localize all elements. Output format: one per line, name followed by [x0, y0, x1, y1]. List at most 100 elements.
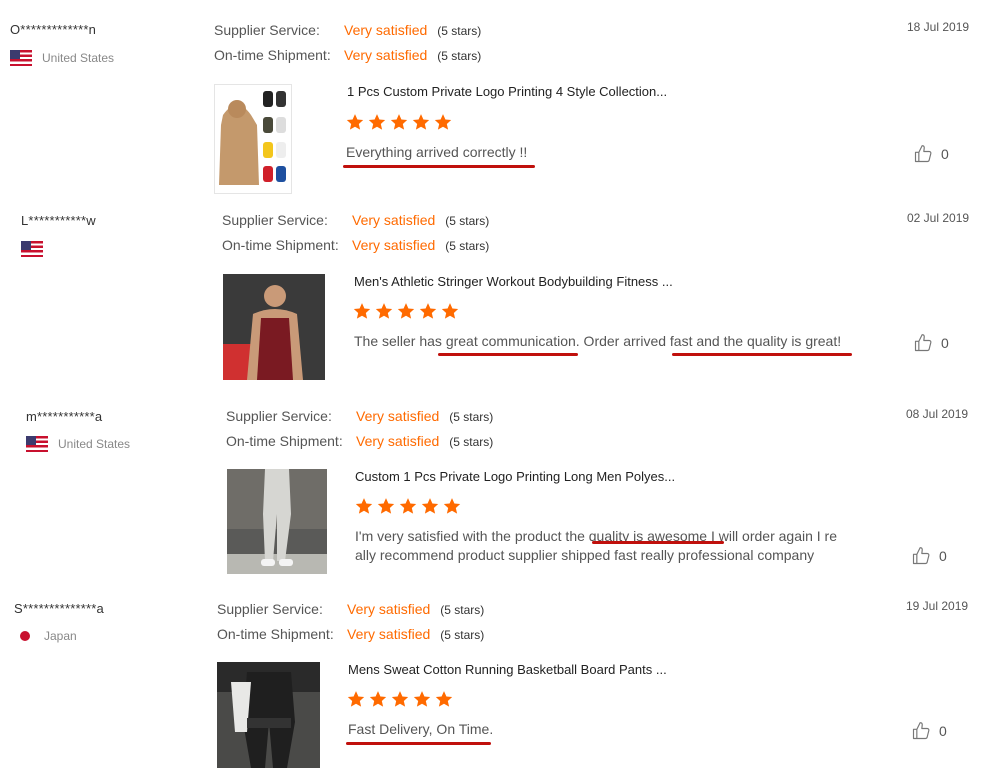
- like-count: 0: [939, 723, 947, 739]
- buyer-name: S**************a: [14, 601, 104, 616]
- highlight-underline: [343, 165, 535, 168]
- rating-label: Supplier Service:: [214, 22, 320, 38]
- product-rating-stars: [353, 302, 459, 320]
- product-rating-stars: [346, 113, 452, 131]
- star-icon: [368, 113, 386, 131]
- shipment-rating: On-time Shipment: Very satisfied (5 star…: [217, 626, 484, 642]
- product-thumbnail[interactable]: [217, 662, 320, 768]
- product-title-link[interactable]: Custom 1 Pcs Private Logo Printing Long …: [355, 469, 675, 484]
- country-label: Japan: [44, 629, 77, 643]
- rating-value: Very satisfied: [356, 433, 440, 449]
- rating-value: Very satisfied: [352, 212, 436, 228]
- highlight-underline: [672, 353, 852, 356]
- star-icon: [347, 690, 365, 708]
- buyer-name: O*************n: [10, 22, 97, 37]
- japan-flag-icon: [20, 631, 30, 641]
- rating-value: Very satisfied: [344, 22, 428, 38]
- review-date: 19 Jul 2019: [906, 599, 969, 613]
- review-date: 08 Jul 2019: [906, 407, 969, 421]
- star-icon: [369, 690, 387, 708]
- star-icon: [377, 497, 395, 515]
- star-icon: [353, 302, 371, 320]
- like-button[interactable]: 0: [913, 144, 949, 164]
- like-button[interactable]: 0: [913, 333, 949, 353]
- like-button[interactable]: 0: [911, 546, 947, 566]
- us-flag-icon: [26, 436, 48, 452]
- buyer-country: United States: [10, 50, 114, 66]
- rating-label: Supplier Service:: [217, 601, 323, 617]
- rating-value: Very satisfied: [347, 601, 431, 617]
- rating-stars-text: (5 stars): [449, 435, 494, 449]
- us-flag-icon: [10, 50, 32, 66]
- review-comment: The seller has great communication. Orde…: [354, 333, 842, 349]
- like-count: 0: [939, 548, 947, 564]
- star-icon: [419, 302, 437, 320]
- like-count: 0: [941, 146, 949, 162]
- thumbs-up-icon: [911, 721, 931, 741]
- thumbs-up-icon: [913, 333, 933, 353]
- star-icon: [391, 690, 409, 708]
- star-icon: [443, 497, 461, 515]
- review-comment: Everything arrived correctly !!: [346, 144, 528, 160]
- star-icon: [375, 302, 393, 320]
- country-label: United States: [58, 437, 131, 451]
- rating-stars-text: (5 stars): [440, 628, 485, 642]
- star-icon: [399, 497, 417, 515]
- rating-value: Very satisfied: [356, 408, 440, 424]
- review-comment: Fast Delivery, On Time.: [348, 721, 494, 737]
- rating-stars-text: (5 stars): [437, 49, 482, 63]
- rating-stars-text: (5 stars): [437, 24, 482, 38]
- star-icon: [435, 690, 453, 708]
- star-icon: [390, 113, 408, 131]
- star-icon: [421, 497, 439, 515]
- shipment-rating: On-time Shipment: Very satisfied (5 star…: [226, 433, 493, 449]
- star-icon: [441, 302, 459, 320]
- buyer-country: [21, 241, 43, 257]
- highlight-underline: [346, 742, 491, 745]
- shipment-rating: On-time Shipment: Very satisfied (5 star…: [214, 47, 481, 63]
- rating-value: Very satisfied: [352, 237, 436, 253]
- product-rating-stars: [355, 497, 461, 515]
- rating-stars-text: (5 stars): [449, 410, 494, 424]
- buyer-country: Japan: [10, 629, 77, 643]
- like-button[interactable]: 0: [911, 721, 947, 741]
- product-thumbnail[interactable]: [223, 274, 325, 380]
- rating-stars-text: (5 stars): [445, 214, 490, 228]
- review-date: 18 Jul 2019: [907, 20, 970, 34]
- rating-label: On-time Shipment:: [222, 237, 339, 253]
- rating-label: On-time Shipment:: [214, 47, 331, 63]
- rating-value: Very satisfied: [344, 47, 428, 63]
- rating-label: On-time Shipment:: [217, 626, 334, 642]
- star-icon: [346, 113, 364, 131]
- rating-value: Very satisfied: [347, 626, 431, 642]
- product-title-link[interactable]: Mens Sweat Cotton Running Basketball Boa…: [348, 662, 667, 677]
- shipment-rating: On-time Shipment: Very satisfied (5 star…: [222, 237, 489, 253]
- rating-stars-text: (5 stars): [445, 239, 490, 253]
- review-date: 02 Jul 2019: [907, 211, 970, 225]
- supplier-service-rating: Supplier Service: Very satisfied (5 star…: [226, 408, 493, 424]
- buyer-name: L***********w: [21, 213, 96, 228]
- product-thumbnail[interactable]: [214, 84, 292, 194]
- star-icon: [355, 497, 373, 515]
- review-comment-line-2: ally recommend product supplier shipped …: [355, 547, 815, 563]
- product-thumbnail[interactable]: [227, 469, 327, 574]
- rating-label: On-time Shipment:: [226, 433, 343, 449]
- thumbs-up-icon: [911, 546, 931, 566]
- rating-stars-text: (5 stars): [440, 603, 485, 617]
- supplier-service-rating: Supplier Service: Very satisfied (5 star…: [222, 212, 489, 228]
- supplier-service-rating: Supplier Service: Very satisfied (5 star…: [214, 22, 481, 38]
- like-count: 0: [941, 335, 949, 351]
- us-flag-icon: [21, 241, 43, 257]
- product-rating-stars: [347, 690, 453, 708]
- thumbs-up-icon: [913, 144, 933, 164]
- star-icon: [434, 113, 452, 131]
- country-label: United States: [42, 51, 115, 65]
- buyer-country: United States: [26, 436, 130, 452]
- highlight-underline: [438, 353, 578, 356]
- product-title-link[interactable]: 1 Pcs Custom Private Logo Printing 4 Sty…: [347, 84, 667, 99]
- supplier-service-rating: Supplier Service: Very satisfied (5 star…: [217, 601, 484, 617]
- product-title-link[interactable]: Men's Athletic Stringer Workout Bodybuil…: [354, 274, 673, 289]
- rating-label: Supplier Service:: [222, 212, 328, 228]
- buyer-name: m***********a: [26, 409, 103, 424]
- star-icon: [413, 690, 431, 708]
